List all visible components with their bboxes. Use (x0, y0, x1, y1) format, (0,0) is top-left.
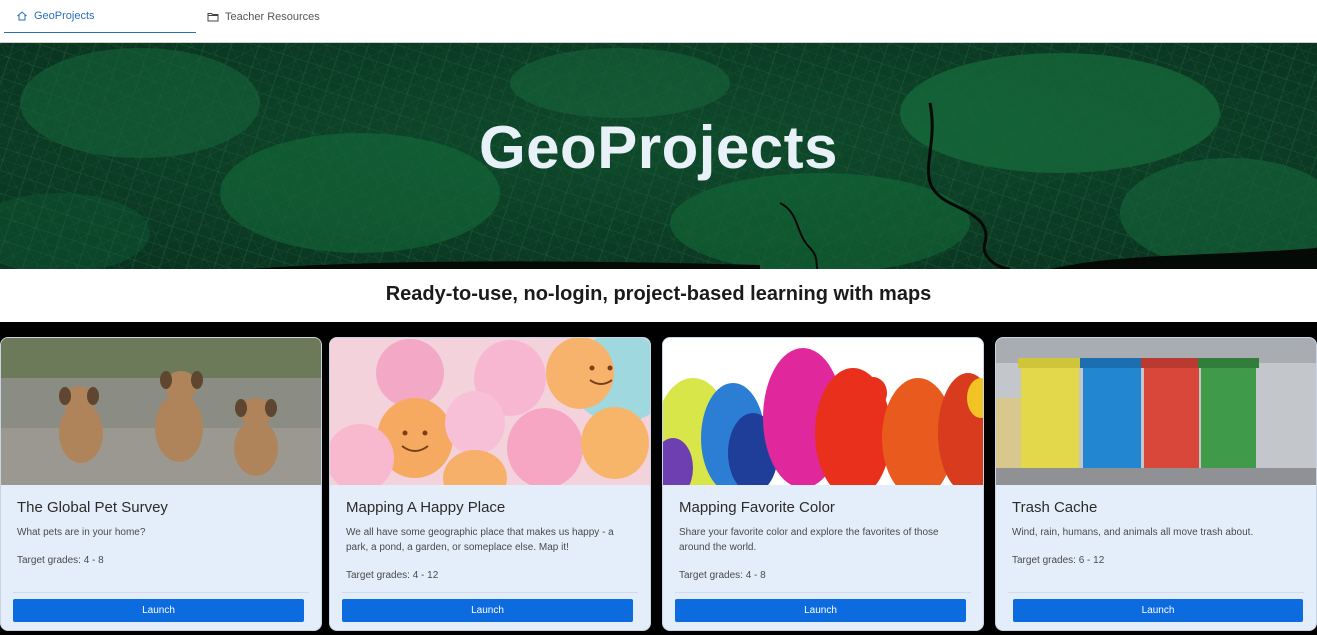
project-card: Trash Cache Wind, rain, humans, and anim… (995, 337, 1317, 631)
launch-button[interactable]: Launch (675, 599, 966, 622)
launch-button[interactable]: Launch (1013, 599, 1303, 622)
trash-bins-photo (996, 338, 1316, 485)
card-description: Wind, rain, humans, and animals all move… (1012, 527, 1254, 538)
project-card: Mapping Favorite Color Share your favori… (662, 337, 984, 631)
hero-banner: GeoProjects (0, 43, 1317, 269)
card-divider (342, 592, 638, 593)
card-grades: Target grades: 4 - 8 (679, 570, 766, 581)
colorful-silhouettes-photo (663, 338, 983, 485)
hero-title: GeoProjects (479, 114, 838, 181)
card-description: What pets are in your home? (17, 527, 146, 538)
home-icon (16, 10, 28, 22)
tab-teacher-resources[interactable]: Teacher Resources (207, 0, 357, 33)
card-description: We all have some geographic place that m… (346, 527, 614, 553)
tab-label: GeoProjects (34, 10, 95, 22)
tab-label: Teacher Resources (225, 10, 320, 23)
card-divider (1008, 592, 1304, 593)
card-title: Mapping Favorite Color (679, 499, 835, 516)
puppies-photo (1, 338, 321, 485)
folder-icon (207, 11, 219, 23)
page-subtitle: Ready-to-use, no-login, project-based le… (385, 283, 932, 305)
card-title: Trash Cache (1012, 499, 1098, 516)
card-grades: Target grades: 4 - 12 (346, 570, 439, 581)
card-title: Mapping A Happy Place (346, 499, 506, 516)
project-cards: The Global Pet Survey What pets are in y… (0, 322, 1317, 635)
top-nav: GeoProjects Teacher Resources (0, 0, 1317, 43)
tab-geoprojects[interactable]: GeoProjects (4, 0, 196, 33)
card-title: The Global Pet Survey (17, 499, 168, 516)
project-card: The Global Pet Survey What pets are in y… (0, 337, 322, 631)
card-grades: Target grades: 4 - 8 (17, 555, 104, 566)
subtitle-band: Ready-to-use, no-login, project-based le… (0, 269, 1317, 322)
card-description: Share your favorite color and explore th… (679, 527, 939, 553)
card-divider (675, 592, 971, 593)
project-card: Mapping A Happy Place We all have some g… (329, 337, 651, 631)
card-grades: Target grades: 6 - 12 (1012, 555, 1105, 566)
launch-button[interactable]: Launch (13, 599, 304, 622)
card-divider (13, 592, 309, 593)
launch-button[interactable]: Launch (342, 599, 633, 622)
balloons-photo (330, 338, 650, 485)
